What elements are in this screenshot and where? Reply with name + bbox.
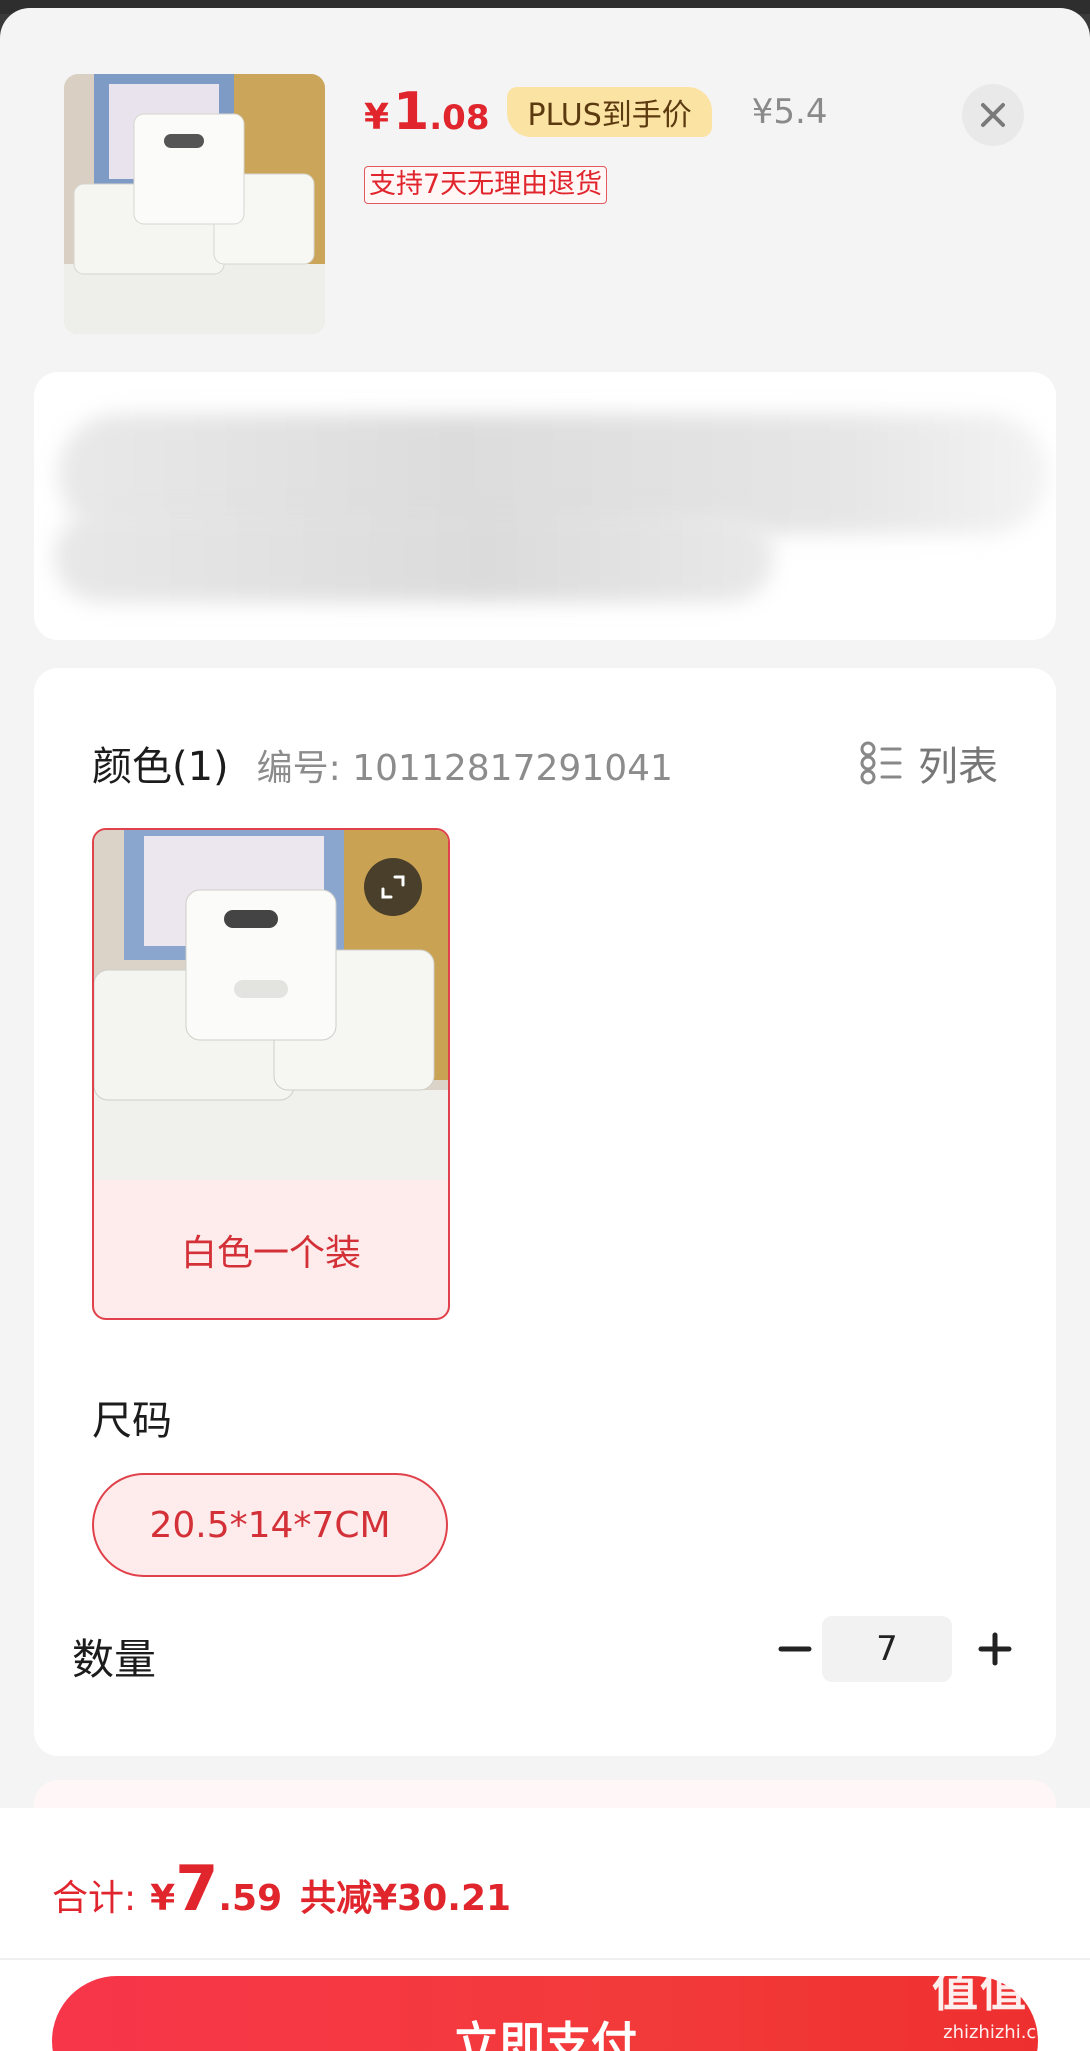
plus-price-tag: PLUS到手价 bbox=[507, 87, 712, 137]
blurred-address-line bbox=[54, 512, 774, 602]
close-icon bbox=[981, 103, 1005, 127]
close-button[interactable] bbox=[962, 84, 1024, 146]
list-icon bbox=[860, 741, 902, 785]
expand-image-button[interactable] bbox=[364, 858, 422, 916]
color-section-title: 颜色(1) 编号: 10112817291041 bbox=[92, 734, 673, 792]
total-row: 合计: ¥ 7 .59 共减¥30.21 bbox=[52, 1852, 512, 1925]
size-option-selected[interactable]: 20.5*14*7CM bbox=[92, 1473, 448, 1577]
address-card[interactable] bbox=[34, 372, 1056, 640]
minus-icon bbox=[778, 1646, 812, 1652]
divider bbox=[0, 1958, 1090, 1960]
plus-icon bbox=[978, 1632, 1012, 1666]
quantity-title: 数量 bbox=[72, 1635, 157, 1684]
quantity-input[interactable]: 7 bbox=[822, 1616, 952, 1682]
size-section-title: 尺码 bbox=[92, 1398, 172, 1444]
list-view-button[interactable]: 列表 bbox=[860, 734, 998, 792]
pay-now-button[interactable]: 立即支付 bbox=[52, 1976, 1038, 2051]
quantity-decrease-button[interactable] bbox=[760, 1614, 830, 1684]
item-code: 编号: 10112817291041 bbox=[256, 748, 673, 789]
quantity-increase-button[interactable] bbox=[960, 1614, 1030, 1684]
return-policy-tag: 支持7天无理由退货 bbox=[364, 166, 608, 204]
product-thumbnail[interactable] bbox=[64, 74, 325, 334]
watermark-logo: 值值值 bbox=[932, 1963, 1076, 2017]
expand-icon bbox=[381, 875, 405, 899]
options-card: 颜色(1) 编号: 10112817291041 列表 白色一个装 尺码 20.… bbox=[34, 668, 1056, 1756]
checkout-bar: 合计: ¥ 7 .59 共减¥30.21 立即支付 值值值 zhizhizhi.… bbox=[0, 1808, 1090, 2051]
price-row: ¥ 1 .08 PLUS到手价 ¥5.4 bbox=[364, 82, 828, 142]
color-option-selected[interactable]: 白色一个装 bbox=[92, 828, 450, 1320]
watermark-url: zhizhizhi.com bbox=[943, 2022, 1065, 2043]
sku-selector-sheet: ¥ 1 .08 PLUS到手价 ¥5.4 支持7天无理由退货 颜色(1) 编号:… bbox=[0, 8, 1090, 2051]
current-price: ¥ 1 .08 bbox=[364, 82, 490, 142]
total-saving: 共减¥30.21 bbox=[300, 1878, 512, 1919]
watermark: 值值值 zhizhizhi.com bbox=[932, 1954, 1076, 2043]
original-price: ¥5.4 bbox=[751, 92, 828, 132]
color-option-label: 白色一个装 bbox=[180, 1233, 361, 1274]
